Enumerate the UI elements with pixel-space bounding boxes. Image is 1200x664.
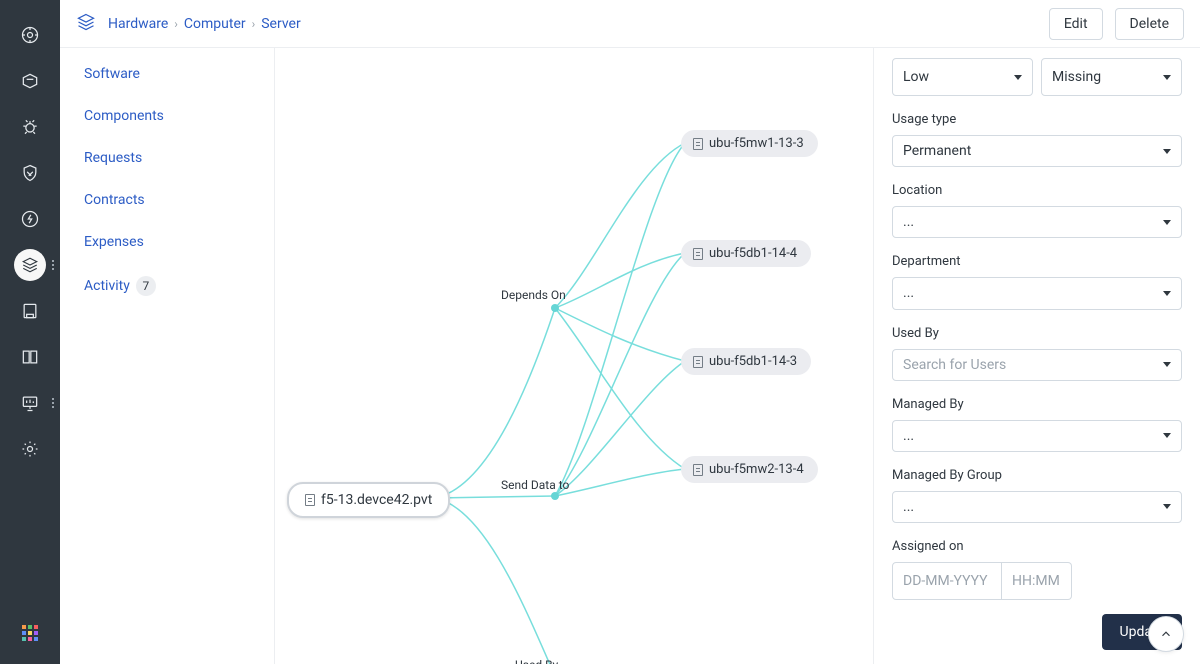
chevron-down-icon: [1014, 75, 1022, 80]
tab-requests[interactable]: Requests: [60, 140, 274, 176]
graph-root-node[interactable]: f5-13.devce42.pvt: [287, 482, 450, 518]
delete-button[interactable]: Delete: [1115, 8, 1184, 40]
document-icon: [693, 248, 703, 260]
detail-tabs: Software Components Requests Contracts E…: [60, 48, 275, 664]
assigned-time-input[interactable]: [1002, 562, 1072, 600]
nav-knowledge[interactable]: [0, 334, 60, 380]
chevron-down-icon: [1163, 362, 1171, 367]
managed-by-group-select[interactable]: ...: [892, 491, 1182, 523]
graph-node[interactable]: ubu-f5mw1-13-3: [681, 130, 818, 157]
usage-type-select[interactable]: Permanent: [892, 135, 1182, 167]
document-icon: [693, 356, 703, 368]
assets-icon: [76, 12, 96, 36]
breadcrumb-computer[interactable]: Computer: [184, 16, 246, 32]
chevron-down-icon: [1163, 433, 1171, 438]
chevron-down-icon: [1163, 149, 1171, 154]
graph-node[interactable]: ubu-f5db1-14-4: [681, 240, 811, 267]
location-select[interactable]: ...: [892, 206, 1182, 238]
tab-components[interactable]: Components: [60, 98, 274, 134]
location-label: Location: [892, 183, 1182, 198]
nav-bug[interactable]: [0, 104, 60, 150]
nav-presentation[interactable]: [0, 380, 60, 426]
used-by-label: Used By: [892, 326, 1182, 341]
assigned-on-label: Assigned on: [892, 539, 1182, 554]
managed-by-label: Managed By: [892, 397, 1182, 412]
used-by-select[interactable]: Search for Users: [892, 349, 1182, 381]
impact-select[interactable]: Low: [892, 58, 1033, 96]
tab-expenses[interactable]: Expenses: [60, 224, 274, 260]
left-nav-rail: [0, 0, 60, 664]
edge-label-send-data-to: Send Data to: [501, 478, 569, 492]
nav-reports[interactable]: [0, 288, 60, 334]
breadcrumb: Hardware › Computer › Server: [108, 16, 301, 32]
breadcrumb-hardware[interactable]: Hardware: [108, 16, 168, 32]
scroll-to-top-button[interactable]: [1148, 616, 1184, 652]
nav-assets-active[interactable]: [0, 242, 60, 288]
department-label: Department: [892, 254, 1182, 269]
breadcrumb-server[interactable]: Server: [261, 16, 300, 32]
nav-bolt[interactable]: [0, 196, 60, 242]
nav-dashboard[interactable]: [0, 12, 60, 58]
tab-activity[interactable]: Activity 7: [60, 266, 274, 306]
state-select[interactable]: Missing: [1041, 58, 1182, 96]
nav-settings[interactable]: [0, 426, 60, 472]
asset-properties-panel: Low Missing Usage type Permanent Locatio…: [873, 48, 1200, 664]
chevron-right-icon: ›: [174, 17, 178, 31]
document-icon: [305, 494, 315, 506]
graph-junction-depends-on: [551, 304, 559, 312]
document-icon: [693, 464, 703, 476]
graph-node[interactable]: ubu-f5mw2-13-4: [681, 456, 818, 483]
edit-button[interactable]: Edit: [1049, 8, 1103, 40]
chevron-down-icon: [1163, 291, 1171, 296]
document-icon: [693, 138, 703, 150]
nav-tickets[interactable]: [0, 58, 60, 104]
edge-label-used-by: Used By: [515, 658, 558, 664]
page-header: Hardware › Computer › Server Edit Delete: [60, 0, 1200, 48]
department-select[interactable]: ...: [892, 277, 1182, 309]
tab-contracts[interactable]: Contracts: [60, 182, 274, 218]
chevron-down-icon: [1163, 220, 1171, 225]
tab-software[interactable]: Software: [60, 56, 274, 92]
chevron-down-icon: [1163, 504, 1171, 509]
activity-count-badge: 7: [136, 276, 156, 296]
usage-type-label: Usage type: [892, 112, 1182, 127]
nav-shield[interactable]: [0, 150, 60, 196]
assigned-date-input[interactable]: [892, 562, 1002, 600]
managed-by-group-label: Managed By Group: [892, 468, 1182, 483]
graph-node[interactable]: ubu-f5db1-14-3: [681, 348, 811, 375]
relationship-graph[interactable]: Depends On Send Data to Used By f5-13.de…: [275, 48, 873, 664]
managed-by-select[interactable]: ...: [892, 420, 1182, 452]
graph-junction-send-data-to: [551, 492, 559, 500]
chevron-right-icon: ›: [252, 17, 256, 31]
chevron-down-icon: [1163, 75, 1171, 80]
nav-apps[interactable]: [0, 618, 60, 664]
edge-label-depends-on: Depends On: [501, 288, 566, 302]
